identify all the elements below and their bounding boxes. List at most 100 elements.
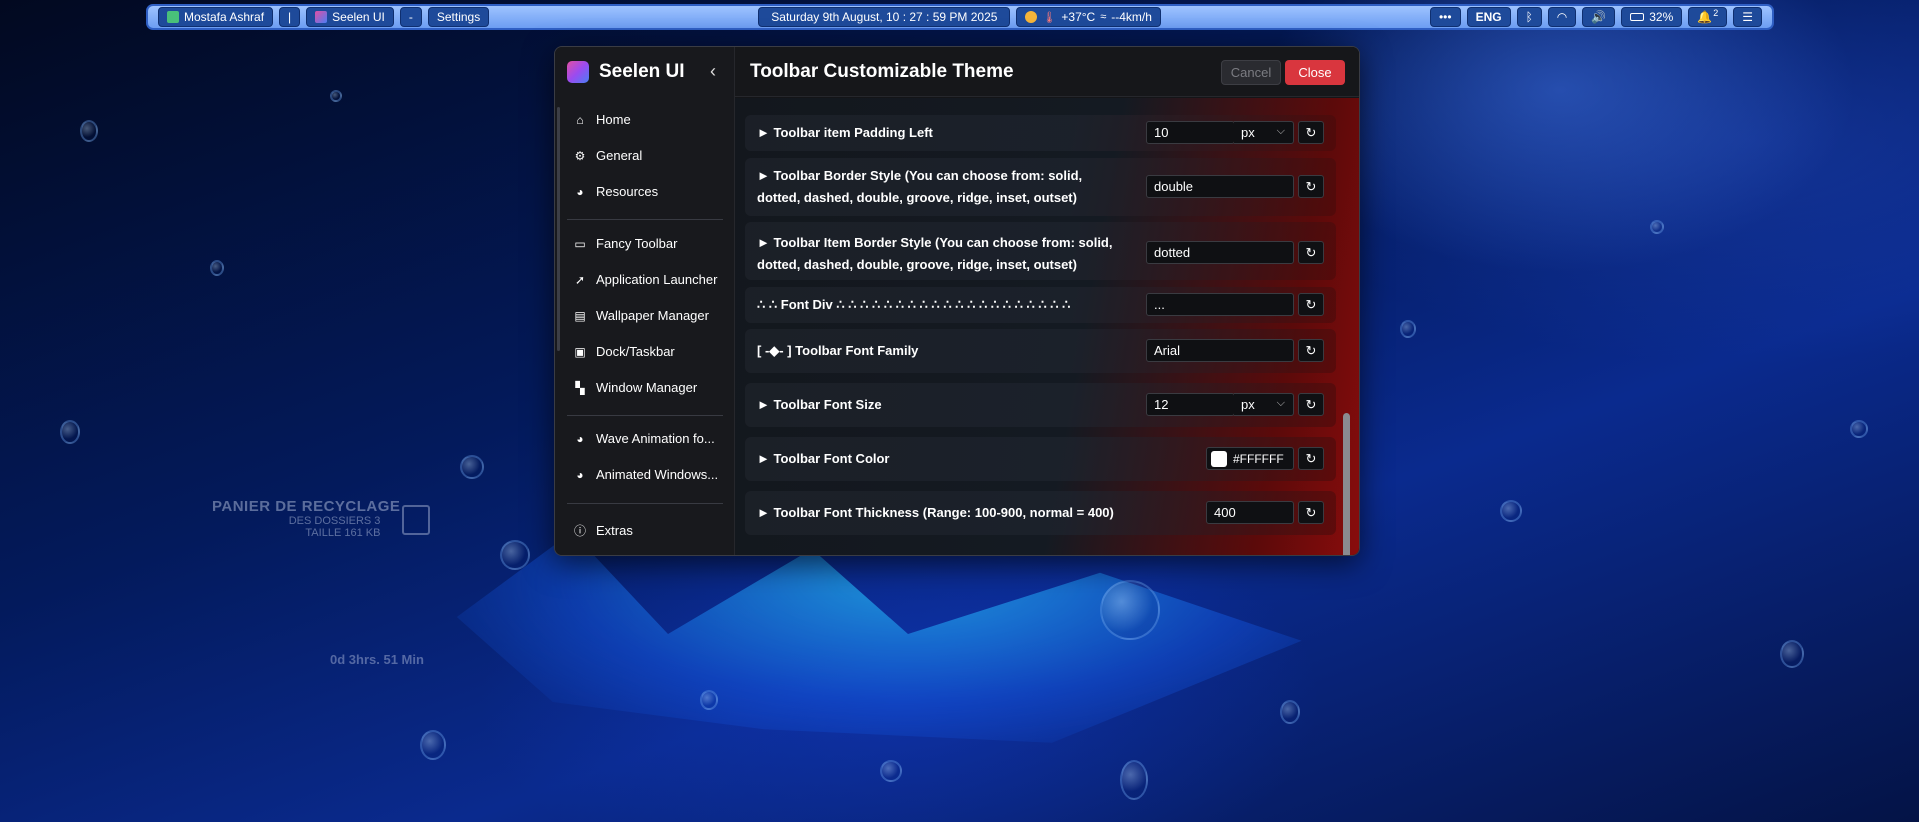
sidebar-item-general[interactable]: ⚙ General bbox=[573, 148, 643, 163]
reset-button[interactable]: ↻ bbox=[1298, 241, 1324, 264]
datetime-item[interactable]: Saturday 9th August, 10 : 27 : 59 PM 202… bbox=[758, 7, 1011, 27]
padding-left-unit-select[interactable]: px ⌵ bbox=[1234, 121, 1294, 144]
reset-button[interactable]: ↻ bbox=[1298, 121, 1324, 144]
trash-icon bbox=[402, 505, 430, 535]
sidebar-item-label: Dock/Taskbar bbox=[596, 344, 675, 359]
wallpaper-drop bbox=[460, 455, 484, 479]
bell-icon: 🔔 bbox=[1697, 10, 1713, 24]
battery-icon bbox=[1630, 13, 1645, 21]
wifi-icon: ◠ bbox=[1556, 10, 1568, 24]
color-swatch bbox=[1211, 450, 1227, 467]
padding-left-input[interactable]: 10 bbox=[1146, 121, 1235, 144]
font-size-unit-select[interactable]: px ⌵ bbox=[1234, 393, 1294, 416]
wallpaper-drop bbox=[330, 90, 342, 102]
settings-scrollbar[interactable] bbox=[1343, 413, 1350, 555]
wallpaper-drop bbox=[1100, 580, 1160, 640]
more-tray-button[interactable]: ••• bbox=[1429, 7, 1461, 27]
volume-icon: 🔊 bbox=[1591, 10, 1607, 24]
sidebar-item-window-manager[interactable]: ▚ Window Manager bbox=[573, 380, 697, 395]
setting-label-line: ► Toolbar Item Border Style (You can cho… bbox=[757, 235, 1113, 250]
setting-label: ► Toolbar Font Size bbox=[757, 397, 882, 412]
wallpaper-drop bbox=[1650, 220, 1664, 234]
user-item[interactable]: Mostafa Ashraf bbox=[158, 7, 274, 27]
reset-button[interactable]: ↻ bbox=[1298, 393, 1324, 416]
border-style-input[interactable]: double bbox=[1146, 175, 1294, 198]
setting-row-font-div: ∴ ∴ Font Div ∴ ∴ ∴ ∴ ∴ ∴ ∴ ∴ ∴ ∴ ∴ ∴ ∴ ∴… bbox=[745, 287, 1336, 323]
sidebar-item-animated-windows[interactable]: ◕ Animated Windows... bbox=[573, 467, 718, 482]
font-color-picker[interactable]: #FFFFFF bbox=[1206, 447, 1294, 470]
quick-settings-button[interactable]: ☰ bbox=[1733, 7, 1762, 27]
weather-item[interactable]: 🌡 +37°C ≈ --4km/h bbox=[1016, 7, 1161, 27]
volume-button[interactable]: 🔊 bbox=[1582, 7, 1616, 27]
setting-label: ► Toolbar Item Border Style (You can cho… bbox=[757, 232, 1113, 276]
battery-item[interactable]: 32% bbox=[1621, 7, 1683, 27]
sidebar-item-extras[interactable]: ⓘ Extras bbox=[573, 523, 633, 538]
sidebar-item-label: Wallpaper Manager bbox=[596, 308, 709, 323]
brand-name: Seelen UI bbox=[599, 61, 685, 82]
language-button[interactable]: ENG bbox=[1466, 7, 1511, 27]
setting-row-padding-left: ► Toolbar item Padding Left 10 px ⌵ ↻ bbox=[745, 115, 1336, 151]
wind-icon: ≈ bbox=[1100, 11, 1107, 23]
wallpaper-drop bbox=[700, 690, 718, 710]
sidebar-item-wave-animation[interactable]: ◕ Wave Animation fo... bbox=[573, 431, 715, 446]
wallpaper-drop bbox=[1120, 760, 1148, 800]
toolbar-icon: ▭ bbox=[574, 236, 586, 251]
reset-button[interactable]: ↻ bbox=[1298, 501, 1324, 524]
user-name: Mostafa Ashraf bbox=[184, 10, 265, 24]
sidebar-item-wallpaper-manager[interactable]: ▤ Wallpaper Manager bbox=[573, 308, 709, 323]
sidebar-item-home[interactable]: ⌂ Home bbox=[573, 112, 631, 127]
wallpaper-drop bbox=[60, 420, 80, 444]
recycle-bin-widget[interactable]: PANIER DE RECYCLAGE DES DOSSIERS 3 TAILL… bbox=[212, 498, 400, 539]
reset-icon: ↻ bbox=[1305, 504, 1317, 520]
recycle-bin-folders: DES DOSSIERS 3 bbox=[288, 515, 381, 527]
font-size-input[interactable]: 12 bbox=[1146, 393, 1235, 416]
bluetooth-icon: ᛒ bbox=[1525, 10, 1533, 24]
palette-icon: ◕ bbox=[576, 184, 584, 199]
unit-text: px bbox=[1241, 397, 1255, 412]
recycle-bin-size: TAILLE 161 KB bbox=[305, 527, 381, 539]
focused-app-item[interactable]: Seelen UI bbox=[306, 7, 394, 27]
sidebar-item-fancy-toolbar[interactable]: ▭ Fancy Toolbar bbox=[573, 236, 677, 251]
sidebar: Seelen UI ‹ ⌂ Home ⚙ General ◕ Resources ▭ F… bbox=[555, 47, 735, 555]
sidebar-item-label: Wave Animation fo... bbox=[596, 431, 715, 446]
rocket-icon: ➚ bbox=[574, 272, 586, 287]
collapse-sidebar-icon[interactable]: ‹ bbox=[710, 61, 716, 82]
weather-temp: +37°C bbox=[1061, 10, 1096, 24]
reset-button[interactable]: ↻ bbox=[1298, 293, 1324, 316]
wallpaper-drop bbox=[420, 730, 446, 760]
window-title-item[interactable]: Settings bbox=[427, 7, 490, 27]
reset-button[interactable]: ↻ bbox=[1298, 175, 1324, 198]
notifications-button[interactable]: 🔔 2 bbox=[1688, 7, 1728, 27]
sidebar-item-dock[interactable]: ▣ Dock/Taskbar bbox=[573, 344, 675, 359]
setting-row-border-style: ► Toolbar Border Style (You can choose f… bbox=[745, 158, 1336, 216]
sidebar-item-app-launcher[interactable]: ➚ Application Launcher bbox=[573, 272, 717, 287]
bluetooth-button[interactable]: ᛒ bbox=[1516, 7, 1542, 27]
cancel-button[interactable]: Cancel bbox=[1221, 60, 1281, 85]
setting-label: ► Toolbar item Padding Left bbox=[757, 125, 933, 140]
sidebar-item-label: Extras bbox=[596, 523, 633, 538]
settings-list[interactable]: ► Toolbar item Padding Left 10 px ⌵ ↻ ► … bbox=[735, 98, 1359, 555]
wallpaper-drop bbox=[1500, 500, 1522, 522]
page-title: Toolbar Customizable Theme bbox=[750, 61, 1014, 82]
font-family-input[interactable]: Arial bbox=[1146, 339, 1294, 362]
separator-item: | bbox=[279, 7, 301, 27]
reset-icon: ↻ bbox=[1305, 124, 1317, 140]
reset-button[interactable]: ↻ bbox=[1298, 339, 1324, 362]
datetime-text: Saturday 9th August, 10 : 27 : 59 PM 202… bbox=[771, 10, 998, 24]
wifi-button[interactable]: ◠ bbox=[1547, 7, 1577, 27]
recycle-bin-title: PANIER DE RECYCLAGE bbox=[212, 498, 401, 515]
wallpaper-drop bbox=[880, 760, 902, 782]
font-div-input[interactable]: ... bbox=[1146, 293, 1294, 316]
item-border-style-input[interactable]: dotted bbox=[1146, 241, 1294, 264]
seelen-logo-icon bbox=[315, 11, 328, 23]
sidebar-item-resources[interactable]: ◕ Resources bbox=[573, 184, 658, 199]
sidebar-item-label: Home bbox=[596, 112, 631, 127]
brand: Seelen UI bbox=[567, 61, 685, 83]
reset-button[interactable]: ↻ bbox=[1298, 447, 1324, 470]
dash-text: - bbox=[408, 10, 413, 24]
font-thickness-input[interactable]: 400 bbox=[1206, 501, 1294, 524]
sidebar-item-label: Fancy Toolbar bbox=[596, 236, 678, 251]
close-button[interactable]: Close bbox=[1285, 60, 1345, 85]
seelen-logo-icon bbox=[567, 61, 589, 83]
dock-icon: ▣ bbox=[574, 344, 586, 359]
